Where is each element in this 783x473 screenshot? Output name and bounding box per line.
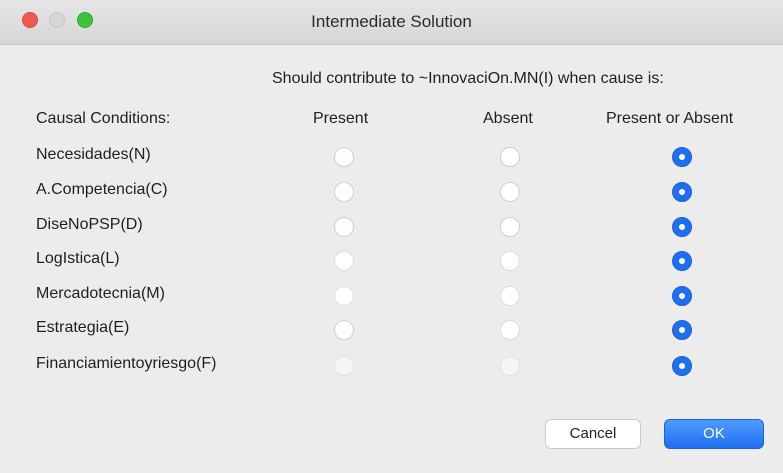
logistica-present-radio[interactable] (334, 251, 354, 271)
column-header-causal-conditions: Causal Conditions: (36, 110, 171, 127)
competencia-absent-radio[interactable] (500, 182, 520, 202)
financiamiento-present-radio[interactable] (334, 356, 354, 376)
competencia-present-radio[interactable] (334, 182, 354, 202)
condition-label-competencia: A.Competencia(C) (36, 181, 168, 198)
title-bar[interactable]: Intermediate Solution (0, 0, 783, 45)
condition-label-necesidades: Necesidades(N) (36, 146, 151, 163)
estrategia-absent-radio[interactable] (500, 320, 520, 340)
window-title: Intermediate Solution (311, 12, 472, 31)
disenopsp-present-or-absent-radio[interactable] (672, 217, 692, 237)
necesidades-present-radio[interactable] (334, 147, 354, 167)
mercadotecnia-absent-radio[interactable] (500, 286, 520, 306)
disenopsp-present-radio[interactable] (334, 217, 354, 237)
estrategia-present-radio[interactable] (334, 320, 354, 340)
logistica-absent-radio[interactable] (500, 251, 520, 271)
column-header-present: Present (313, 110, 369, 127)
logistica-present-or-absent-radio[interactable] (672, 251, 692, 271)
condition-label-financiamiento: Financiamientoyriesgo(F) (36, 355, 217, 372)
cancel-button[interactable]: Cancel (545, 419, 641, 449)
condition-label-estrategia: Estrategia(E) (36, 319, 130, 336)
mercadotecnia-present-or-absent-radio[interactable] (672, 286, 692, 306)
ok-button[interactable]: OK (664, 419, 764, 449)
necesidades-present-or-absent-radio[interactable] (672, 147, 692, 167)
condition-label-disenopsp: DiseNoPSP(D) (36, 216, 143, 233)
financiamiento-absent-radio[interactable] (500, 356, 520, 376)
mercadotecnia-present-radio[interactable] (334, 286, 354, 306)
column-header-present-or-absent: Present or Absent (606, 110, 734, 127)
condition-label-logistica: LogIstica(L) (36, 250, 120, 267)
intermediate-solution-dialog: Intermediate Solution Should contribute … (0, 0, 783, 473)
disenopsp-absent-radio[interactable] (500, 217, 520, 237)
necesidades-absent-radio[interactable] (500, 147, 520, 167)
contribution-heading: Should contribute to ~InnovaciOn.MN(I) w… (272, 70, 664, 87)
column-header-absent: Absent (483, 110, 533, 127)
estrategia-present-or-absent-radio[interactable] (672, 320, 692, 340)
financiamiento-present-or-absent-radio[interactable] (672, 356, 692, 376)
competencia-present-or-absent-radio[interactable] (672, 182, 692, 202)
condition-label-mercadotecnia: Mercadotecnia(M) (36, 285, 165, 302)
